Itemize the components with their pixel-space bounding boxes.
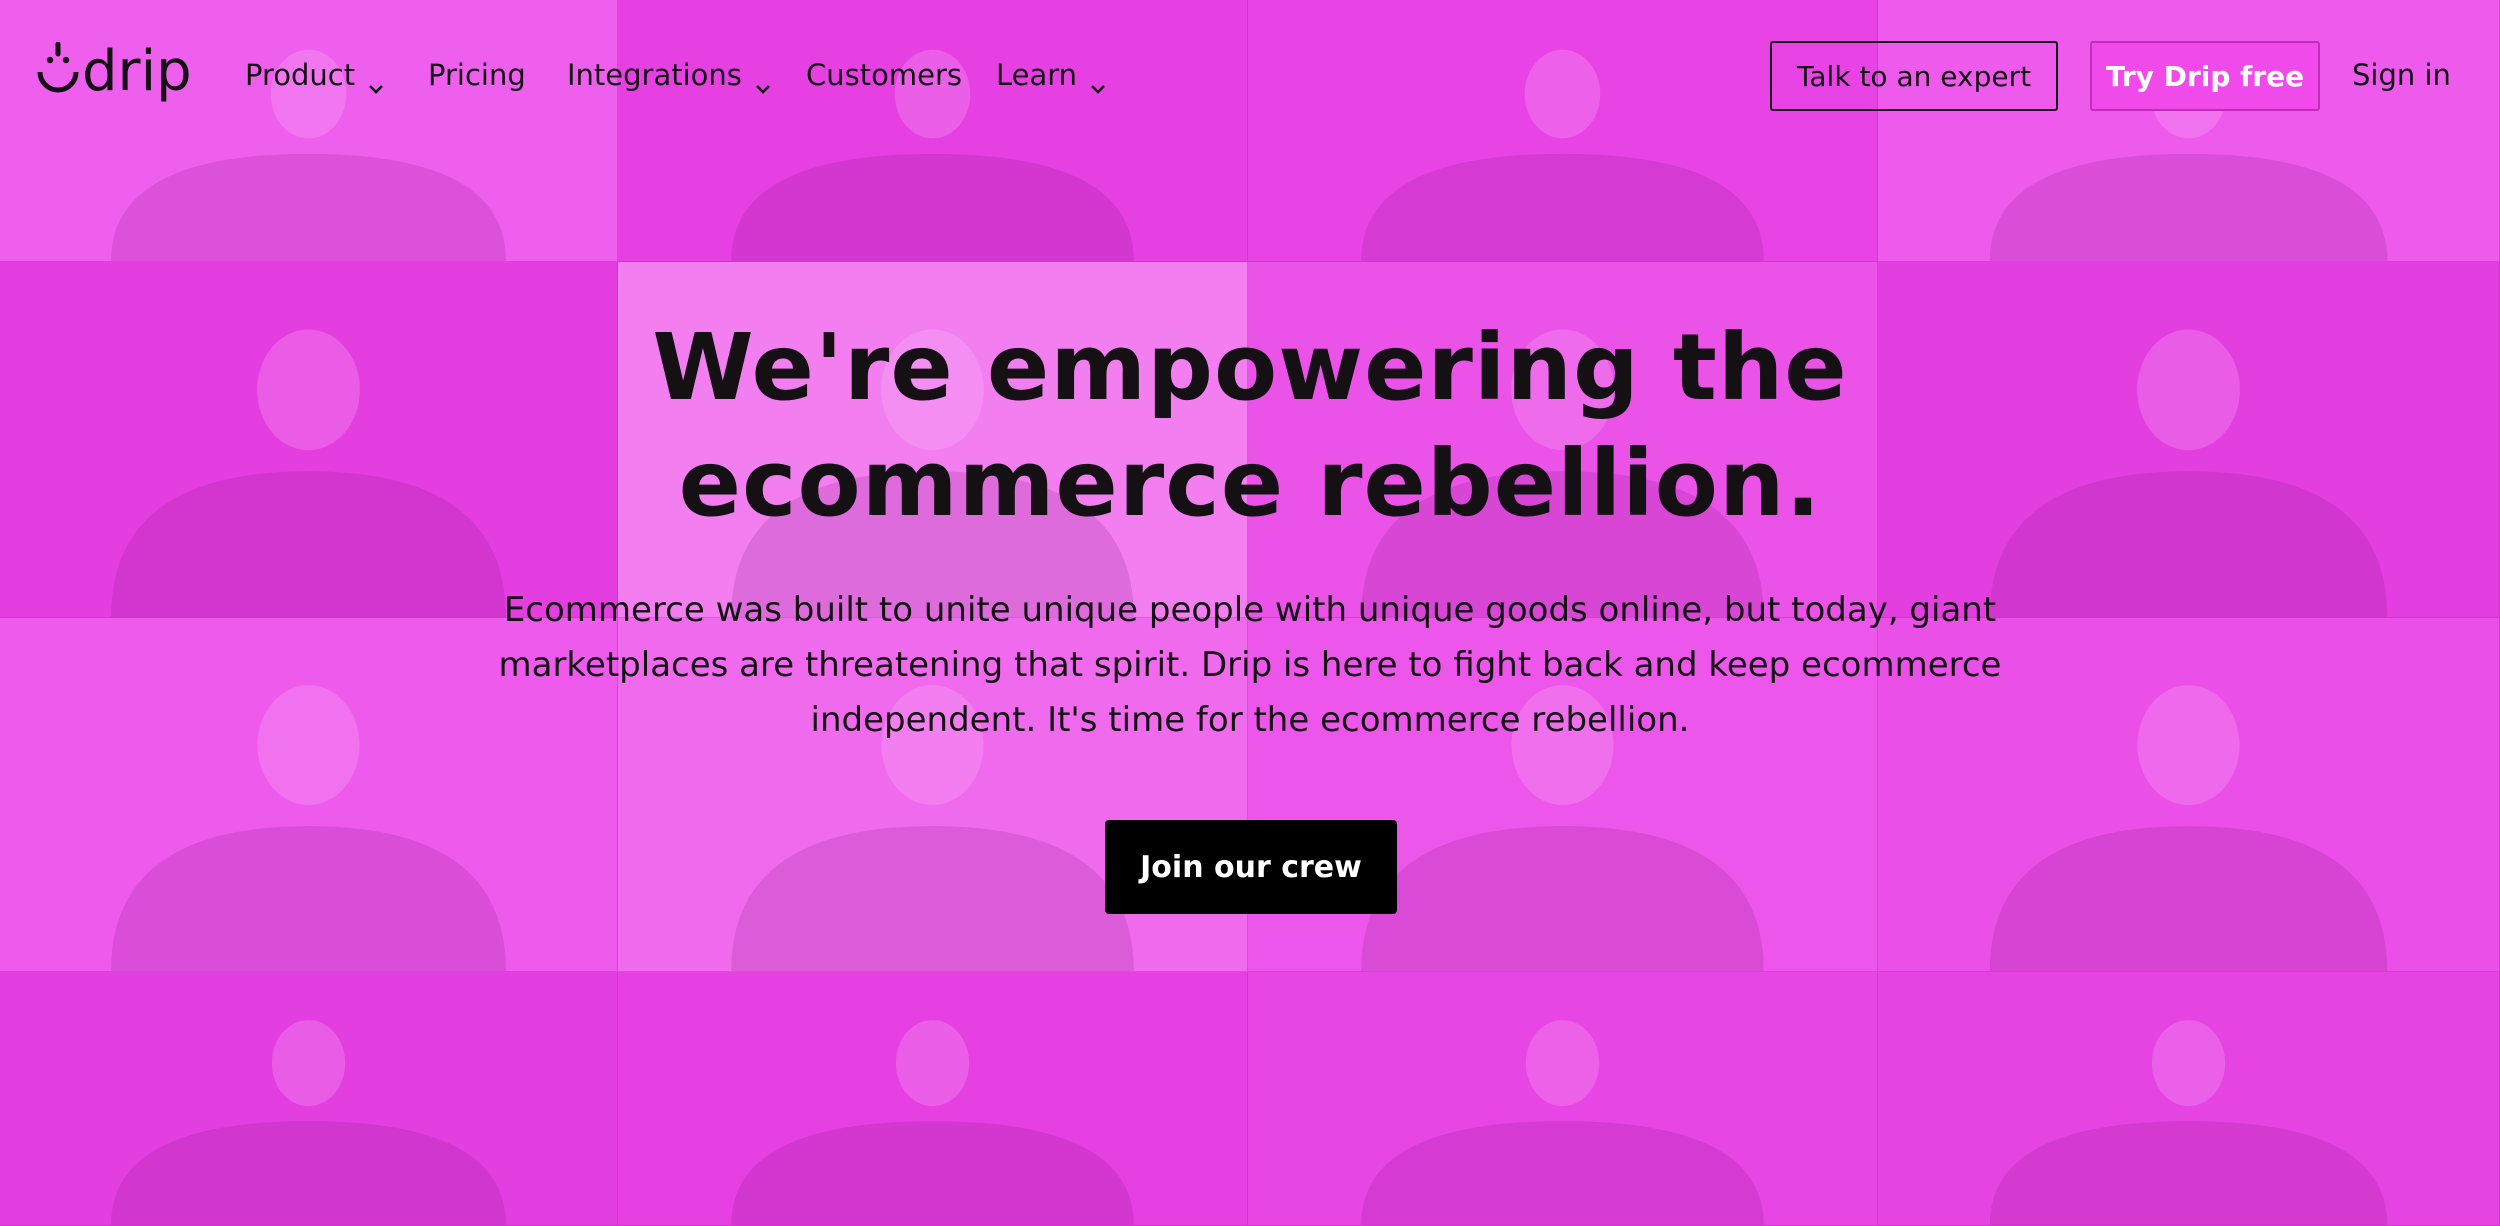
team-photo-tile <box>0 972 618 1226</box>
nav-learn[interactable]: Learn <box>996 55 1107 95</box>
nav-pricing-label: Pricing <box>428 58 526 92</box>
hero-subtitle-line-1: Ecommerce was built to unite unique peop… <box>503 590 1997 630</box>
hero-subtitle: Ecommerce was built to unite unique peop… <box>480 583 2020 748</box>
nav-integrations[interactable]: Integrations <box>567 55 772 95</box>
chevron-down-icon <box>367 68 385 94</box>
chevron-down-icon <box>754 68 772 94</box>
nav-product-label: Product <box>245 58 356 92</box>
hero-subtitle-line-3: independent. It's time for the ecommerce… <box>810 700 1690 740</box>
join-our-crew-button[interactable]: Join our crew <box>1105 820 1397 914</box>
team-photo-tile <box>1248 972 1878 1226</box>
hero-title: We're empowering the ecommerce rebellion… <box>450 310 2050 542</box>
nav-product[interactable]: Product <box>245 55 385 95</box>
talk-to-expert-button[interactable]: Talk to an expert <box>1770 41 2058 111</box>
person-silhouette-icon <box>1361 1020 1764 1225</box>
try-drip-free-button[interactable]: Try Drip free <box>2090 41 2320 111</box>
team-photo-tile <box>618 972 1248 1226</box>
hero-title-line-1: We're empowering the <box>652 314 1848 421</box>
nav-customers[interactable]: Customers <box>806 55 962 95</box>
team-photo-tile <box>1878 972 2500 1226</box>
chevron-down-icon <box>1089 68 1107 94</box>
nav-integrations-label: Integrations <box>567 58 742 92</box>
page: drip Product Pricing Integrations Custom… <box>0 0 2500 1226</box>
hero-subtitle-line-2: marketplaces are threatening that spirit… <box>498 645 2002 685</box>
drip-smile-icon: drip <box>37 39 192 104</box>
site-header: drip Product Pricing Integrations Custom… <box>0 0 2500 152</box>
person-silhouette-icon <box>1989 1020 2388 1225</box>
nav-pricing[interactable]: Pricing <box>428 55 526 95</box>
drip-logo[interactable]: drip <box>32 39 202 108</box>
person-silhouette-icon <box>731 1020 1134 1225</box>
nav-learn-label: Learn <box>996 58 1078 92</box>
person-silhouette-icon <box>111 1020 506 1225</box>
svg-text:drip: drip <box>82 42 192 104</box>
hero-title-line-2: ecommerce rebellion. <box>678 430 1822 537</box>
nav-customers-label: Customers <box>806 58 962 92</box>
sign-in-link[interactable]: Sign in <box>2352 55 2451 95</box>
